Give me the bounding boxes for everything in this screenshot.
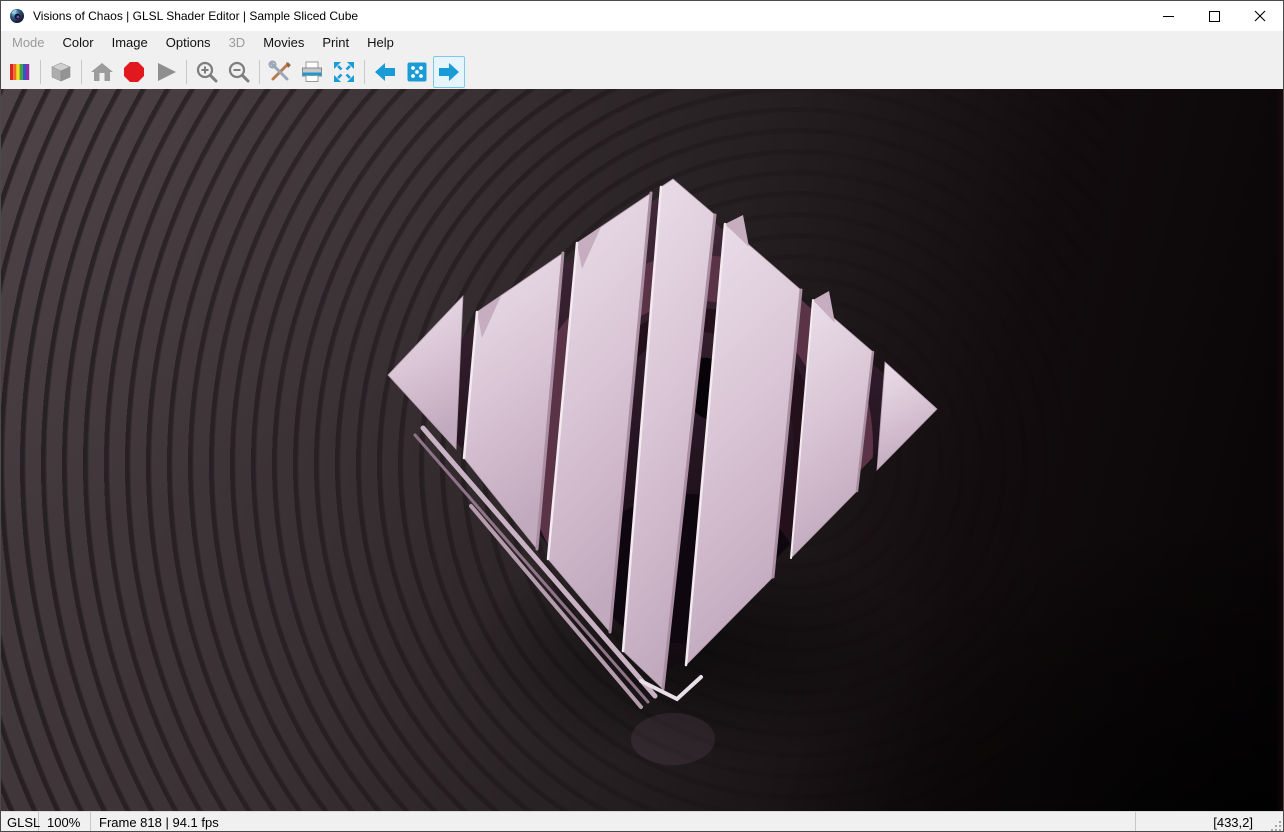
print-preview-button[interactable] — [296, 56, 328, 88]
close-button[interactable] — [1237, 1, 1283, 31]
app-window: Visions of Chaos | GLSL Shader Editor | … — [0, 0, 1284, 832]
toolbar — [1, 54, 1283, 89]
app-logo-icon — [10, 9, 24, 23]
shader-viewport[interactable] — [1, 89, 1283, 811]
toolbar-separator — [81, 59, 82, 84]
random-shader-button[interactable] — [401, 56, 433, 88]
menu-options[interactable]: Options — [157, 32, 220, 53]
status-mode: GLSL — [1, 812, 41, 831]
zoom-in-button[interactable] — [191, 56, 223, 88]
floor-reflection — [631, 713, 715, 765]
menu-image[interactable]: Image — [103, 32, 157, 53]
zoom-out-icon — [228, 61, 250, 82]
minimize-button[interactable] — [1145, 1, 1191, 31]
resize-grip-icon — [1271, 821, 1281, 831]
status-frame-info: Frame 818 | 94.1 fps — [91, 812, 1135, 831]
status-coordinates-text: [433,2] — [1213, 815, 1253, 830]
status-zoom-text: 100% — [47, 815, 81, 830]
title-bar[interactable]: Visions of Chaos | GLSL Shader Editor | … — [1, 1, 1283, 31]
status-bar: GLSL 100% Frame 818 | 94.1 fps [433,2] — [1, 811, 1283, 831]
zoom-out-button[interactable] — [223, 56, 255, 88]
menu-print[interactable]: Print — [313, 32, 358, 53]
toolbar-separator — [364, 59, 365, 84]
sliced-cube-object — [387, 178, 938, 765]
fit-to-window-icon — [334, 61, 354, 82]
menu-color[interactable]: Color — [54, 32, 103, 53]
window-controls — [1145, 1, 1283, 31]
printer-icon — [302, 61, 322, 82]
status-mode-text: GLSL — [7, 815, 41, 830]
cube-button[interactable] — [45, 56, 77, 88]
menu-bar: Mode Color Image Options 3D Movies Print… — [1, 31, 1283, 54]
previous-shader-button[interactable] — [369, 56, 401, 88]
menu-movies[interactable]: Movies — [254, 32, 313, 53]
close-icon — [1254, 10, 1266, 22]
play-button[interactable] — [150, 56, 182, 88]
arrow-right-icon — [439, 62, 459, 81]
zoom-in-icon — [196, 61, 218, 82]
minimize-icon — [1162, 15, 1174, 17]
status-frame-text: Frame 818 | 94.1 fps — [99, 815, 219, 830]
cube-slices — [387, 178, 938, 690]
cube-icon — [51, 62, 71, 81]
arrow-left-icon — [375, 62, 395, 81]
toolbar-separator — [40, 59, 41, 84]
fit-to-window-button[interactable] — [328, 56, 360, 88]
status-zoom: 100% — [39, 812, 91, 831]
stop-icon — [124, 61, 144, 82]
status-coordinates: [433,2] — [1135, 812, 1265, 831]
window-title: Visions of Chaos | GLSL Shader Editor | … — [33, 9, 359, 23]
menu-help[interactable]: Help — [358, 32, 403, 53]
home-icon — [91, 62, 113, 81]
menu-mode: Mode — [12, 35, 45, 50]
home-button[interactable] — [86, 56, 118, 88]
menu-3d: 3D — [228, 35, 246, 50]
tools-button[interactable] — [264, 56, 296, 88]
toolbar-separator — [259, 59, 260, 84]
maximize-button[interactable] — [1191, 1, 1237, 31]
tools-icon — [268, 60, 291, 80]
resize-grip[interactable] — [1265, 812, 1283, 831]
color-palette-icon — [10, 63, 30, 80]
maximize-icon — [1208, 10, 1220, 22]
color-palette-button[interactable] — [4, 56, 36, 88]
play-icon — [158, 62, 176, 81]
toolbar-separator — [186, 59, 187, 84]
next-shader-button[interactable] — [433, 55, 465, 88]
stop-button[interactable] — [118, 56, 150, 88]
dice-icon — [407, 62, 427, 81]
